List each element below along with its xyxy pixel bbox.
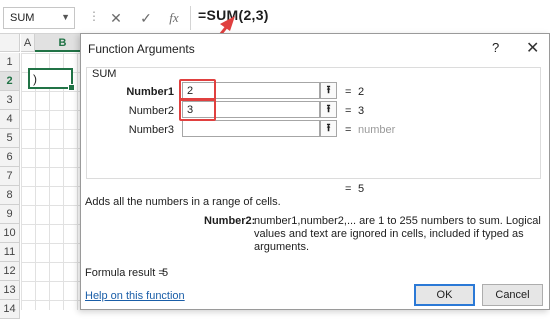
number3-input[interactable] xyxy=(182,120,320,137)
number2-collapse-icon[interactable]: ⭱ xyxy=(320,101,337,118)
separator-icon: ⋮ xyxy=(88,9,100,23)
row-header[interactable]: 2 xyxy=(0,72,20,91)
formula-result-label: Formula result = xyxy=(85,267,165,279)
column-header-a[interactable]: A xyxy=(21,34,35,52)
number2-label: Number2 xyxy=(128,105,174,117)
row-header[interactable]: 3 xyxy=(0,91,20,110)
number3-collapse-icon[interactable]: ⭱ xyxy=(320,120,337,137)
number3-equals: = xyxy=(345,124,352,136)
number1-result: 2 xyxy=(358,86,365,98)
ok-button[interactable]: OK xyxy=(414,284,475,306)
close-icon[interactable]: ✕ xyxy=(104,7,128,29)
function-arguments-dialog: Function Arguments ? ✕ SUM Number1 2 ⭱ =… xyxy=(80,33,550,310)
formula-bar: SUM ▼ ⋮ ✕ ✓ fx =SUM(2,3) xyxy=(0,0,550,34)
active-cell-b2[interactable]: ) xyxy=(28,68,75,91)
number3-label: Number3 xyxy=(128,124,174,136)
function-description: Adds all the numbers in a range of cells… xyxy=(85,196,281,208)
number2-equals: = xyxy=(345,105,352,117)
formula-bar-divider xyxy=(190,6,191,30)
cancel-button[interactable]: Cancel xyxy=(482,284,543,306)
number1-collapse-icon[interactable]: ⭱ xyxy=(320,82,337,99)
active-cell-content: ) xyxy=(33,72,37,86)
row-header[interactable]: 13 xyxy=(0,281,20,300)
function-name-label: SUM xyxy=(90,68,119,80)
row-header[interactable]: 5 xyxy=(0,129,20,148)
arg-help-text: number1,number2,... are 1 to 255 numbers… xyxy=(254,215,541,253)
insert-function-icon[interactable]: fx xyxy=(162,7,186,29)
name-box-value: SUM xyxy=(10,12,35,24)
overall-result: 5 xyxy=(358,183,365,195)
row-header[interactable]: 11 xyxy=(0,243,20,262)
row-header[interactable]: 4 xyxy=(0,110,20,129)
fill-handle[interactable] xyxy=(68,84,75,91)
overall-equals: = xyxy=(345,183,352,195)
help-link[interactable]: Help on this function xyxy=(85,290,185,302)
annotation-highlight-number2 xyxy=(179,98,216,121)
row-header[interactable]: 1 xyxy=(0,53,20,72)
number1-equals: = xyxy=(345,86,352,98)
help-icon[interactable]: ? xyxy=(492,40,499,55)
number2-result: 3 xyxy=(358,105,365,117)
arg-help-name: Number2: xyxy=(204,215,256,227)
row-header[interactable]: 10 xyxy=(0,224,20,243)
formula-input[interactable]: =SUM(2,3) xyxy=(198,7,269,23)
check-icon[interactable]: ✓ xyxy=(134,7,158,29)
chevron-down-icon[interactable]: ▼ xyxy=(61,12,70,22)
row-header[interactable]: 8 xyxy=(0,186,20,205)
number1-label: Number1 xyxy=(126,86,174,98)
row-header[interactable]: 9 xyxy=(0,205,20,224)
row-header[interactable]: 12 xyxy=(0,262,20,281)
dialog-title: Function Arguments xyxy=(88,42,195,56)
formula-result-value: 5 xyxy=(162,267,169,279)
select-all-corner[interactable] xyxy=(0,34,20,52)
number3-result: number xyxy=(358,124,396,136)
close-icon[interactable]: ✕ xyxy=(526,38,539,58)
name-box[interactable]: SUM ▼ xyxy=(3,7,75,29)
row-header[interactable]: 6 xyxy=(0,148,20,167)
row-header[interactable]: 7 xyxy=(0,167,20,186)
